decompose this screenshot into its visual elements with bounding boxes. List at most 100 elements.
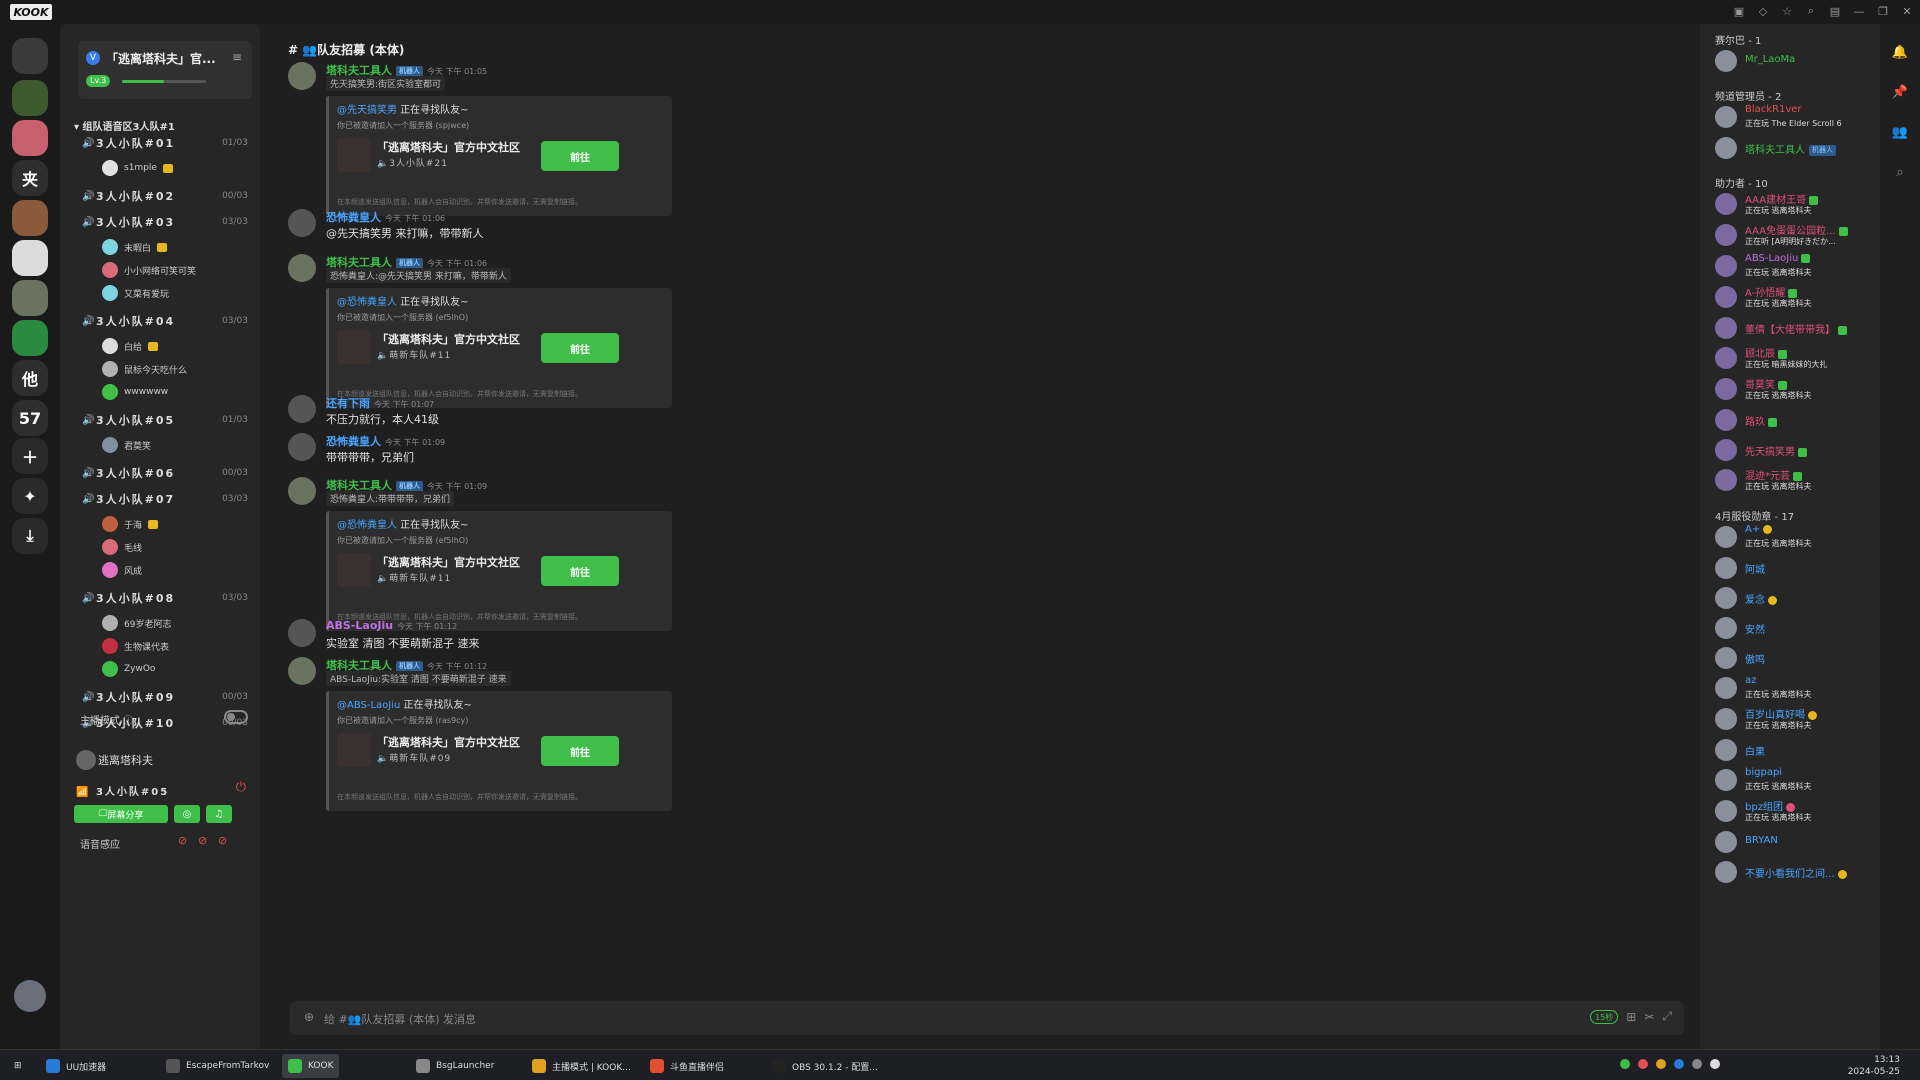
member-item[interactable]: 白果 xyxy=(1715,737,1880,763)
message-author[interactable]: 还有下雨 今天 下午 01:07 xyxy=(326,395,434,411)
host-mode-toggle[interactable] xyxy=(224,710,248,724)
voice-member[interactable]: wwwwww xyxy=(102,382,168,402)
server-icon[interactable] xyxy=(12,280,48,316)
avatar[interactable] xyxy=(288,254,316,282)
taskbar-app[interactable]: 斗鱼直播伴侣 xyxy=(644,1054,730,1078)
taskbar-app[interactable]: UU加速器 xyxy=(40,1054,112,1078)
bell-icon[interactable]: 🔔 xyxy=(1892,44,1908,60)
music-button[interactable]: ♫ xyxy=(206,805,232,823)
voice-member[interactable]: 末暇白 xyxy=(102,237,168,257)
taskbar-app[interactable]: BsgLauncher xyxy=(410,1054,500,1078)
voice-channel[interactable]: 🔊 3人小队#07 03/03 xyxy=(82,488,252,510)
voice-channel[interactable]: 🔊 3人小队#03 03/03 xyxy=(82,211,252,233)
server-icon[interactable] xyxy=(12,80,48,116)
voice-member[interactable]: 毛线 xyxy=(102,537,142,557)
attach-icon[interactable]: ⊕ xyxy=(304,1010,314,1024)
voice-member[interactable]: 小小网络可笑可笑 xyxy=(102,260,196,280)
member-item[interactable]: AAA建材王哥 正在玩 逃离塔科夫 xyxy=(1715,191,1880,217)
member-item[interactable]: 塔科夫工具人 机器人 xyxy=(1715,135,1880,161)
taskbar-app[interactable]: EscapeFromTarkov xyxy=(160,1054,275,1078)
search-icon[interactable]: ⌕ xyxy=(1892,164,1908,180)
member-item[interactable]: BlackR1ver 正在玩 The Elder Scroll 6 xyxy=(1715,104,1880,130)
member-item[interactable]: 安然 xyxy=(1715,615,1880,641)
join-button[interactable]: 前往 xyxy=(541,736,619,766)
voice-channel[interactable]: 🔊 3人小队#06 00/03 xyxy=(82,462,252,484)
search-icon[interactable]: ⌕ xyxy=(1804,4,1818,18)
member-item[interactable]: 董倩【大佬带带我】 xyxy=(1715,315,1880,341)
server-icon[interactable]: 夹 xyxy=(12,160,48,196)
member-item[interactable]: ABS-LaoJiu 正在玩 逃离塔科夫 xyxy=(1715,253,1880,279)
voice-member[interactable]: 生物课代表 xyxy=(102,636,169,656)
members-icon[interactable]: 👥 xyxy=(1892,124,1908,140)
voice-member[interactable]: 于海 xyxy=(102,514,159,534)
voice-member[interactable]: 风成 xyxy=(102,560,142,580)
server-icon[interactable]: 57 xyxy=(12,400,48,436)
disconnect-icon[interactable]: ⏻ xyxy=(236,780,246,795)
voice-channel[interactable]: 🔊 3人小队#04 03/03 xyxy=(82,310,252,332)
voice-channel[interactable]: 🔊 3人小队#05 01/03 xyxy=(82,409,252,431)
member-item[interactable]: 傲鸣 xyxy=(1715,645,1880,671)
channel-category[interactable]: ▾ 组队语音区3人队#1 xyxy=(74,118,175,133)
download-icon[interactable]: ⤓ xyxy=(12,518,48,554)
member-item[interactable]: 百岁山真好喝 正在玩 逃离塔科夫 xyxy=(1715,706,1880,732)
voice-member[interactable]: ZywOo xyxy=(102,659,155,679)
pin-icon[interactable]: 📌 xyxy=(1892,84,1908,100)
member-item[interactable]: AAA免蛋蛋公园粒... 正在听 [A明明好きだか... xyxy=(1715,222,1880,248)
member-item[interactable]: bigpapi 正在玩 逃离塔科夫 xyxy=(1715,767,1880,793)
discover-icon[interactable]: ✦ xyxy=(12,478,48,514)
mic-mute-icon[interactable]: ⊘ xyxy=(198,834,207,847)
avatar[interactable] xyxy=(288,395,316,423)
camera-mute-icon[interactable]: ⊘ xyxy=(218,834,227,847)
avatar[interactable] xyxy=(288,619,316,647)
headset-mute-icon[interactable]: ⊘ xyxy=(178,834,187,847)
taskbar-app[interactable]: 主播模式 | KOOK... xyxy=(526,1054,637,1078)
voice-channel[interactable]: 🔊 3人小队#02 00/03 xyxy=(82,185,252,207)
guild-header[interactable]: V 「逃离塔科夫」官... ≡ Lv.3 xyxy=(78,41,252,99)
voice-member[interactable]: 白给 xyxy=(102,336,159,356)
restore-icon[interactable]: ❐ xyxy=(1876,4,1890,18)
voice-channel[interactable]: 🔊 3人小队#01 01/03 xyxy=(82,132,252,154)
member-item[interactable]: 混迹*元芸 正在玩 逃离塔科夫 xyxy=(1715,467,1880,493)
voice-member[interactable]: s1mple xyxy=(102,158,173,178)
voice-channel[interactable]: 🔊 3人小队#09 00/03 xyxy=(82,686,252,708)
server-icon[interactable]: 他 xyxy=(12,360,48,396)
join-button[interactable]: 前往 xyxy=(541,333,619,363)
user-avatar[interactable] xyxy=(14,980,46,1012)
avatar[interactable] xyxy=(288,433,316,461)
server-icon[interactable] xyxy=(12,38,48,74)
scissors-icon[interactable]: ✂ xyxy=(1644,1010,1654,1024)
member-item[interactable]: 不要小看我们之间... xyxy=(1715,859,1880,885)
taskbar-app[interactable]: OBS 30.1.2 - 配置... xyxy=(766,1054,884,1078)
voice-member[interactable]: 君莫笑 xyxy=(102,435,151,455)
message-author[interactable]: ABS-LaoJiu 今天 下午 01:12 xyxy=(326,619,457,632)
message-author[interactable]: 恐怖粪皇人 今天 下午 01:09 xyxy=(326,433,445,449)
avatar[interactable] xyxy=(288,477,316,505)
member-item[interactable]: BRYAN xyxy=(1715,829,1880,855)
member-item[interactable]: 路玖 xyxy=(1715,407,1880,433)
member-item[interactable]: 顾北辰 正在玩 暗黑妹妹的大扎 xyxy=(1715,345,1880,371)
shield-icon[interactable]: ◇ xyxy=(1756,4,1770,18)
avatar[interactable] xyxy=(288,62,316,90)
member-item[interactable]: 先天搞笑男 xyxy=(1715,437,1880,463)
avatar[interactable] xyxy=(288,209,316,237)
message-author[interactable]: 恐怖粪皇人 今天 下午 01:06 xyxy=(326,209,445,225)
voice-member[interactable]: 又菜有爱玩 xyxy=(102,283,169,303)
member-item[interactable]: 阿城 xyxy=(1715,555,1880,581)
server-icon[interactable] xyxy=(12,320,48,356)
server-icon[interactable] xyxy=(12,200,48,236)
member-item[interactable]: A+ 正在玩 逃离塔科夫 xyxy=(1715,524,1880,550)
star-icon[interactable]: ☆ xyxy=(1780,4,1794,18)
close-icon[interactable]: ✕ xyxy=(1900,4,1914,18)
voice-member[interactable]: 鼠标今天吃什么 xyxy=(102,359,187,379)
server-icon[interactable] xyxy=(12,120,48,156)
expand-icon[interactable]: ⤢ xyxy=(1662,1009,1672,1024)
avatar[interactable] xyxy=(288,657,316,685)
activity-button[interactable]: ◎ xyxy=(174,805,200,823)
voice-sensitivity-label[interactable]: 语音感应 xyxy=(80,836,120,851)
member-item[interactable]: Mr_LaoMa xyxy=(1715,48,1880,74)
join-button[interactable]: 前往 xyxy=(541,141,619,171)
add-icon[interactable]: ⊞ xyxy=(1626,1010,1636,1024)
minimize-icon[interactable]: — xyxy=(1852,4,1866,18)
message-input[interactable]: ⊕ 给 #👥队友招募 (本体) 发消息 15秒 ⊞ ✂ ⤢ xyxy=(290,1001,1684,1035)
server-icon[interactable] xyxy=(12,240,48,276)
